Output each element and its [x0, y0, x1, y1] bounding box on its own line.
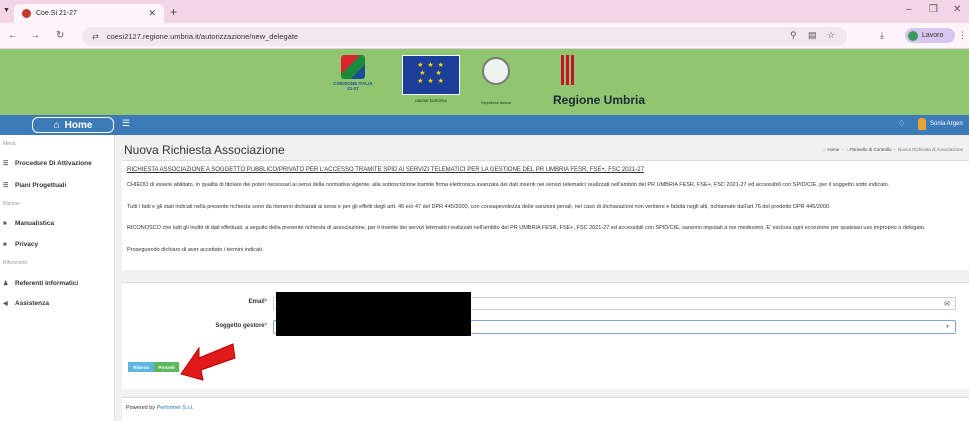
zoom-icon[interactable]: ⚲	[790, 30, 797, 41]
site-favicon-icon	[22, 9, 31, 18]
sidebar-item-label: Procedure Di Attivazione	[15, 160, 92, 167]
profile-button[interactable]: Lavoro	[905, 28, 955, 43]
user-avatar-icon	[918, 118, 926, 130]
url-text: coesi2127.regione.umbria.it/autorizzazio…	[106, 32, 299, 41]
megaphone-icon: ◀	[3, 301, 8, 307]
app-topbar: ⌂ Home ☰ ♢ Sonia Argen	[0, 115, 969, 135]
bookmark-star-icon[interactable]: ☆	[827, 30, 835, 41]
url-input[interactable]: ⇄ coesi2127.regione.umbria.it/autorizzaz…	[82, 27, 847, 46]
sidebar-heading-risorse: Risorse	[3, 201, 20, 207]
sidebar-item-piani[interactable]: ☰ Piani Progettuali	[3, 182, 66, 189]
sidebar-item-procedure[interactable]: ☰ Procedure Di Attivazione	[3, 160, 92, 167]
back-arrow-icon[interactable]: ←	[8, 30, 18, 41]
browser-menu-icon[interactable]: ⋮	[958, 30, 967, 41]
request-paragraph: CHIEDO di essere abilitato, in qualità d…	[127, 182, 890, 188]
avatar	[908, 30, 918, 41]
forward-arrow-icon[interactable]: →	[30, 30, 40, 41]
eu-flag-logo: ★ ★ ★ ★ ★ ★ ★ ★	[402, 55, 460, 95]
window-close-icon[interactable]: ✕	[953, 4, 961, 15]
tab-title: Coe.Si 21-27	[36, 10, 77, 17]
sidebar-item-label: Referenti informatici	[15, 280, 79, 287]
home-icon: ⌂	[53, 119, 60, 131]
footer-prefix: Powered by	[126, 405, 157, 411]
repubblica-caption: Repubblica Italiana	[481, 101, 511, 105]
emblem-icon	[482, 57, 510, 85]
site-banner: COESIONE ITALIA 21-27 ★ ★ ★ ★ ★ ★ ★ ★	[0, 49, 969, 115]
new-tab-icon[interactable]: +	[170, 5, 177, 19]
profile-label: Lavoro	[922, 32, 944, 39]
user-name: Sonia Argen	[930, 121, 963, 127]
request-paragraph: Proseguendo dichiaro di aver accettato i…	[127, 247, 264, 253]
page-title: Nuova Richiesta Associazione	[124, 143, 285, 157]
repubblica-emblem	[478, 55, 514, 95]
association-form: Email* ✉ Soggetto gestore* ▼ Ritorna Pro…	[122, 282, 969, 389]
sidebar-item-manualistica[interactable]: ■ Manualistica	[3, 220, 54, 227]
chevron-down-icon: ▼	[945, 324, 950, 330]
tab-close-icon[interactable]: ✕	[148, 8, 156, 19]
soggetto-label: Soggetto gestore*	[215, 323, 267, 329]
back-button[interactable]: Ritorna	[128, 362, 154, 372]
request-paragraph: RICONOSCO che tutti gli inoltri di dati …	[127, 225, 926, 231]
download-icon[interactable]: ⤓	[880, 30, 884, 41]
user-menu[interactable]: Sonia Argen	[918, 118, 963, 130]
proceed-button[interactable]: Procedi	[154, 362, 179, 372]
sidebar-item-referenti[interactable]: ♟ Referenti informatici	[3, 280, 78, 287]
reader-icon[interactable]: ▤	[808, 30, 817, 41]
region-title: Regione Umbria	[553, 93, 646, 107]
dashboard-icon: ⌂	[845, 147, 849, 152]
site-settings-icon[interactable]: ⇄	[92, 32, 99, 41]
sidebar-item-label: Assistenza	[15, 300, 49, 307]
tab-list-chevron-icon[interactable]: ▼	[3, 7, 10, 14]
folder-icon: ■	[3, 220, 7, 227]
home-icon: ⌂	[823, 147, 827, 152]
email-label: Email*	[248, 299, 267, 305]
sidebar-heading-menu: Menù	[3, 141, 16, 147]
sidebar: Menù ☰ Procedure Di Attivazione ☰ Piani …	[0, 135, 115, 421]
browser-tabbar: ▼ Coe.Si 21-27 ✕ + – ❐ ✕	[0, 0, 969, 23]
red-arrow-annotation-icon	[180, 343, 236, 381]
request-paragraph: Tutti i fatti e gli stati indicati nella…	[127, 204, 831, 210]
footer: Powered by Performer S.r.l.	[122, 397, 969, 421]
request-card: RICHIESTA ASSOCIAZIONE A SOGGETTO PUBBLI…	[122, 160, 969, 270]
restore-icon[interactable]: ❐	[929, 4, 938, 15]
browser-tab[interactable]: Coe.Si 21-27 ✕	[14, 4, 164, 23]
coesione-logo: COESIONE ITALIA 21-27	[332, 55, 374, 109]
breadcrumb-pannello[interactable]: Pannello di Controllo	[850, 147, 892, 152]
eu-caption: UNIONE EUROPEA	[415, 99, 447, 103]
sidebar-item-privacy[interactable]: ■ Privacy	[3, 241, 38, 248]
sidebar-item-assistenza[interactable]: ◀ Assistenza	[3, 300, 49, 307]
minimize-icon[interactable]: –	[906, 4, 912, 15]
breadcrumb-home[interactable]: Home	[827, 147, 839, 152]
envelope-icon: ✉	[944, 301, 950, 308]
umbria-logo	[556, 55, 578, 85]
redaction-box	[276, 292, 471, 336]
sidebar-item-label: Manualistica	[15, 220, 55, 227]
sidebar-item-label: Privacy	[15, 241, 39, 248]
coesione-text: COESIONE ITALIA 21-27	[333, 81, 373, 91]
sidebar-heading-riferimenti: Riferimenti	[3, 260, 27, 266]
home-label: Home	[64, 119, 93, 131]
list-icon: ☰	[3, 183, 9, 189]
list-icon: ☰	[3, 161, 9, 167]
breadcrumb-current: Nuova Richiesta di Associazione	[897, 147, 963, 152]
main-content: Nuova Richiesta Associazione ⌂ Home › ⌂ …	[115, 135, 969, 421]
notification-bell-icon[interactable]: ♢	[898, 119, 905, 128]
home-button[interactable]: ⌂ Home	[32, 117, 114, 133]
request-heading: RICHIESTA ASSOCIAZIONE A SOGGETTO PUBBLI…	[127, 167, 644, 173]
coesione-mark-icon	[341, 55, 365, 79]
reload-icon[interactable]: ↻	[56, 30, 64, 41]
address-bar-row: ← → ↻ ⇄ coesi2127.regione.umbria.it/auto…	[0, 23, 969, 49]
eu-stars-icon: ★ ★ ★ ★ ★ ★ ★ ★	[417, 62, 445, 85]
breadcrumb: ⌂ Home › ⌂ Pannello di Controllo › Nuova…	[823, 147, 963, 152]
folder-icon: ■	[3, 241, 7, 248]
footer-company-link[interactable]: Performer S.r.l.	[157, 405, 194, 411]
user-icon: ♟	[3, 281, 9, 287]
sidebar-item-label: Piani Progettuali	[15, 182, 67, 189]
hamburger-menu-icon[interactable]: ☰	[122, 118, 130, 129]
